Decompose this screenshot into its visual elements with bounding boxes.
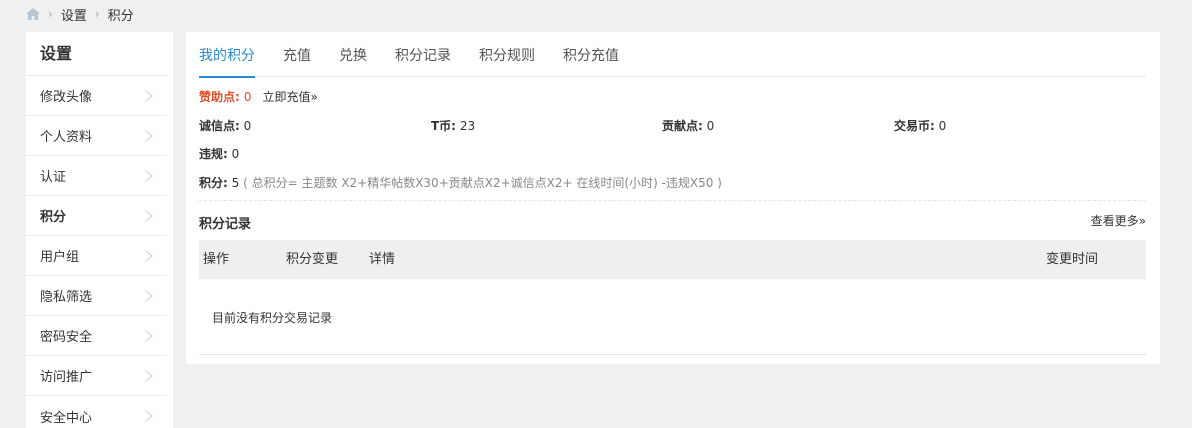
chevron-right-icon	[145, 170, 153, 181]
sidebar-item-avatar[interactable]: 修改头像	[26, 76, 167, 116]
sidebar-item-label: 认证	[40, 170, 67, 185]
recharge-now-link[interactable]: 立即充值»	[262, 88, 317, 105]
sponsor-label: 赞助点:	[199, 90, 240, 104]
sidebar-item-privacy[interactable]: 隐私筛选	[26, 276, 167, 316]
tab-credit-topup[interactable]: 积分充值	[563, 32, 619, 77]
credits-panel: 我的积分 充值 兑换 积分记录 积分规则 积分充值 赞助点: 0 立即充值» 诚…	[186, 32, 1160, 364]
sidebar-item-label: 积分	[40, 210, 67, 225]
sidebar-item-label: 用户组	[40, 250, 80, 265]
chevron-right-icon	[145, 290, 153, 301]
tab-my-credits[interactable]: 我的积分	[199, 32, 255, 78]
sponsor-value: 0	[243, 89, 252, 104]
trade-coin-label: 交易币:	[894, 119, 935, 133]
contribution-value: 0	[706, 119, 715, 133]
chevron-right-icon	[145, 410, 153, 422]
chevron-right-icon	[145, 210, 153, 221]
column-header-time: 变更时间	[1046, 252, 1099, 267]
violation-value: 0	[231, 147, 240, 161]
sidebar-item-security-center[interactable]: 安全中心	[26, 396, 167, 428]
tcoin-value: 23	[459, 119, 476, 133]
sidebar-item-label: 个人资料	[40, 130, 93, 145]
tcoin-label: T币:	[431, 119, 456, 133]
sidebar-item-label: 修改头像	[40, 90, 93, 105]
settings-sidebar: 设置 修改头像 个人资料 认证 积分 用户组 隐私筛选 密码安全 访问推广 安全…	[26, 32, 173, 428]
records-title: 积分记录	[199, 217, 252, 232]
column-header-action: 操作	[203, 252, 230, 267]
tab-credit-log[interactable]: 积分记录	[395, 32, 451, 77]
total-credits-label: 积分:	[199, 176, 228, 190]
total-credits-stat: 积分: 5 ( 总积分= 主题数 X2+精华帖数X30+贡献点X2+诚信点X2+…	[199, 174, 722, 191]
tab-credit-rules[interactable]: 积分规则	[479, 32, 535, 77]
sidebar-item-label: 安全中心	[40, 410, 93, 426]
integrity-value: 0	[243, 119, 252, 133]
tcoin-stat: T币: 23	[431, 117, 475, 134]
contribution-stat: 贡献点: 0	[662, 117, 714, 134]
integrity-stat: 诚信点: 0	[199, 117, 251, 134]
sidebar-item-usergroup[interactable]: 用户组	[26, 236, 167, 276]
sidebar-item-profile[interactable]: 个人资料	[26, 116, 167, 156]
tab-exchange[interactable]: 兑换	[339, 32, 367, 77]
breadcrumb-current: 积分	[107, 8, 134, 24]
records-table-header: 操作 积分变更 详情 变更时间	[199, 240, 1146, 279]
trade-coin-stat: 交易币: 0	[894, 117, 946, 134]
table-bottom-border	[199, 354, 1146, 355]
view-more-link[interactable]: 查看更多»	[1091, 212, 1146, 229]
breadcrumb-settings-link[interactable]: 设置	[61, 5, 87, 24]
sidebar-item-verification[interactable]: 认证	[26, 156, 167, 196]
credits-formula: ( 总积分= 主题数 X2+精华帖数X30+贡献点X2+诚信点X2+ 在线时间(…	[243, 176, 722, 190]
column-header-details: 详情	[369, 252, 396, 267]
chevron-right-icon	[145, 370, 153, 381]
chevron-right-icon	[145, 90, 153, 101]
violation-label: 违规:	[199, 147, 228, 161]
contribution-label: 贡献点:	[662, 119, 703, 133]
sidebar-item-label: 隐私筛选	[40, 290, 93, 305]
sidebar-item-credits[interactable]: 积分	[26, 196, 167, 236]
empty-records-message: 目前没有积分交易记录	[212, 311, 333, 325]
divider	[199, 200, 1146, 201]
sidebar-item-label: 访问推广	[40, 370, 93, 385]
column-header-change: 积分变更	[286, 252, 339, 267]
chevron-right-icon	[145, 330, 153, 341]
trade-coin-value: 0	[938, 119, 947, 133]
breadcrumb-separator: ›	[48, 7, 53, 21]
sidebar-item-label: 密码安全	[40, 330, 93, 345]
sidebar-item-password[interactable]: 密码安全	[26, 316, 167, 356]
credits-tabs: 我的积分 充值 兑换 积分记录 积分规则 积分充值	[199, 32, 1146, 78]
chevron-right-icon	[145, 130, 153, 141]
sponsor-row: 赞助点: 0 立即充值»	[199, 88, 318, 105]
violation-stat: 违规: 0	[199, 145, 239, 162]
integrity-label: 诚信点:	[199, 119, 240, 133]
total-credits-value: 5	[231, 176, 240, 190]
breadcrumb: › 设置 › 积分	[26, 4, 134, 24]
chevron-right-icon	[145, 250, 153, 261]
breadcrumb-separator: ›	[94, 7, 100, 21]
sidebar-title: 设置	[26, 32, 167, 76]
home-icon[interactable]	[26, 8, 40, 20]
tab-recharge[interactable]: 充值	[283, 32, 311, 77]
sidebar-item-promotion[interactable]: 访问推广	[26, 356, 167, 396]
